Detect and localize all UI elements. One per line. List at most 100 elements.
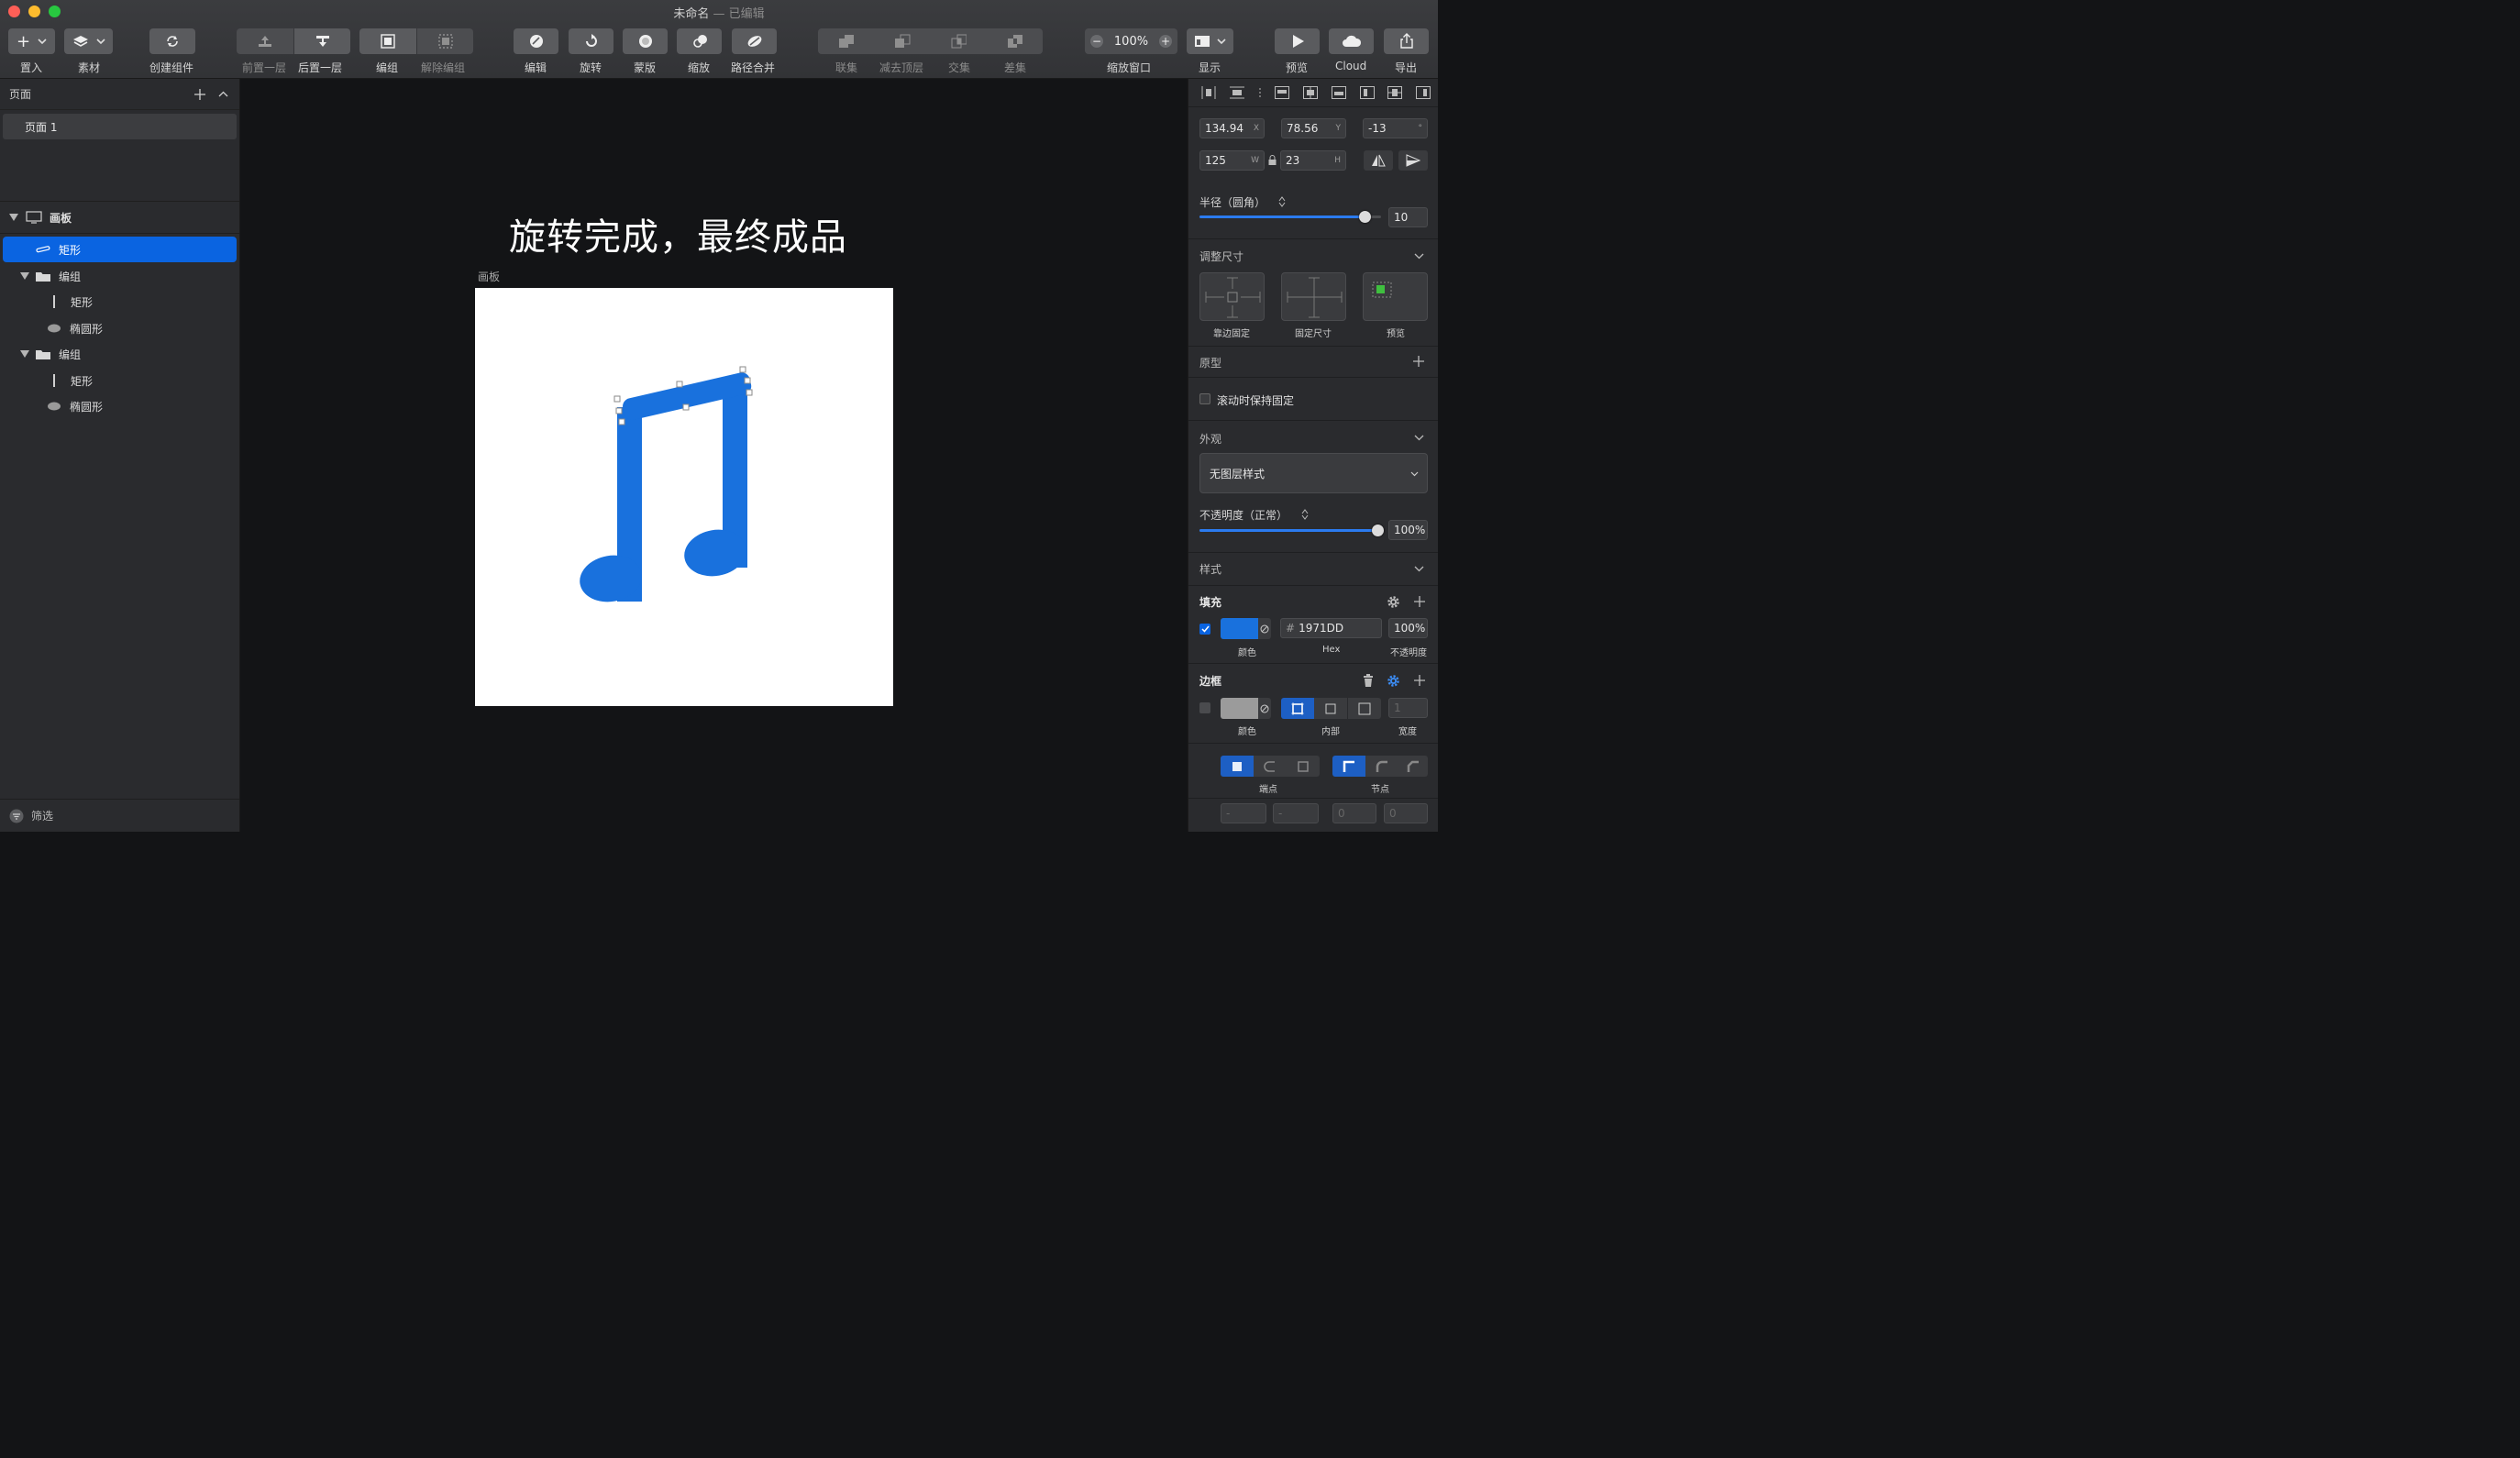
border-color-swatch[interactable] [1221,698,1258,719]
add-page-icon[interactable] [194,88,205,100]
canvas[interactable]: 旋转完成，最终成品 画板 [240,79,1188,832]
export-button[interactable] [1384,28,1429,54]
dash-zero-field[interactable]: 0 [1332,803,1376,823]
more-dots-icon[interactable] [1258,86,1262,99]
align-middle-icon[interactable] [1303,86,1318,99]
disclosure-triangle-icon[interactable] [9,214,18,221]
layer-row[interactable]: 椭圆形 [3,393,237,419]
rotation-field[interactable]: -13 ° [1363,118,1428,138]
chevron-up-icon[interactable] [218,91,228,97]
chevron-down-icon[interactable] [1414,253,1424,260]
filter-bar[interactable]: 筛选 [0,799,239,832]
rotate-button[interactable] [569,28,613,54]
square-end-button[interactable] [1287,756,1320,777]
artboard[interactable] [475,288,893,706]
preview-button[interactable] [1275,28,1320,54]
border-enabled-checkbox[interactable] [1199,702,1210,713]
union-icon[interactable] [838,34,854,49]
layer-row[interactable]: 椭圆形 [3,315,237,341]
radius-slider[interactable] [1199,211,1381,223]
width-field[interactable]: 125 W [1199,150,1265,171]
add-prototype-icon[interactable] [1413,356,1424,367]
cloud-button[interactable] [1329,28,1374,54]
insert-button[interactable]: + [8,28,55,54]
subtract-icon[interactable] [894,34,911,49]
border-width-field[interactable]: 1 [1388,698,1428,718]
scale-button[interactable] [677,28,722,54]
chevron-down-icon[interactable] [1414,566,1424,572]
chevron-down-icon[interactable] [1414,435,1424,441]
border-inside-button[interactable] [1281,698,1314,719]
align-center-icon[interactable] [1387,86,1403,99]
flatten-button[interactable] [732,28,777,54]
x-position-field[interactable]: 134.94 X [1199,118,1265,138]
round-end-button[interactable] [1254,756,1287,777]
fill-color-swatch[interactable] [1221,618,1258,639]
fix-scroll-checkbox[interactable] [1199,393,1210,404]
gear-icon[interactable] [1387,595,1400,609]
fix-size-control[interactable] [1281,272,1346,321]
border-center-button[interactable] [1314,698,1347,719]
miter-join-button[interactable] [1332,756,1365,777]
height-field[interactable]: 23 H [1280,150,1346,171]
share-export-icon [1399,33,1413,49]
stepper-arrows-icon[interactable] [1278,196,1286,207]
round-join-button[interactable] [1365,756,1398,777]
layer-row[interactable]: 矩形 [3,289,237,315]
layer-style-dropdown[interactable]: 无图层样式 [1199,453,1428,493]
border-outside-button[interactable] [1348,698,1381,719]
view-button[interactable] [1187,28,1233,54]
align-right-icon[interactable] [1416,86,1431,99]
gap-field[interactable]: - [1273,803,1319,823]
edit-button[interactable] [514,28,558,54]
fill-enabled-checkbox[interactable] [1199,624,1210,635]
create-component-button[interactable] [149,28,195,54]
disclosure-triangle-icon[interactable] [20,272,29,280]
layer-row-group[interactable]: 编组 [3,341,237,367]
opacity-slider[interactable] [1199,525,1384,536]
send-backward-button[interactable] [294,28,350,54]
gap-zero-field[interactable]: 0 [1384,803,1428,823]
page-item[interactable]: 页面 1 [3,114,237,139]
add-border-icon[interactable] [1414,675,1425,686]
bring-forward-button[interactable] [237,28,293,54]
distribute-horizontal-icon[interactable] [1201,86,1216,99]
group-button[interactable] [359,28,416,54]
add-fill-icon[interactable] [1414,596,1425,607]
artboard-layer[interactable]: 画板 [0,201,239,234]
layer-row-group[interactable]: 编组 [3,263,237,289]
bevel-join-button[interactable] [1398,756,1428,777]
dash-field[interactable]: - [1221,803,1266,823]
artboard-label[interactable]: 画板 [478,269,500,284]
y-position-field[interactable]: 78.56 Y [1281,118,1346,138]
zoom-in-button[interactable]: + [1158,35,1172,48]
butt-end-button[interactable] [1221,756,1254,777]
align-top-icon[interactable] [1275,86,1290,99]
flip-vertical-button[interactable] [1398,150,1428,171]
fill-hex-field[interactable]: #1971DD [1280,618,1382,638]
opacity-field[interactable]: 100% [1388,520,1428,540]
border-color-mode-button[interactable] [1258,698,1271,719]
difference-icon[interactable] [1007,34,1022,49]
trash-icon[interactable] [1363,674,1374,687]
layer-row[interactable]: 矩形 [3,368,237,393]
align-bottom-icon[interactable] [1331,86,1346,99]
align-left-icon[interactable] [1359,86,1375,99]
flip-horizontal-button[interactable] [1364,150,1393,171]
layer-row-selected[interactable]: 矩形 [3,237,237,262]
gear-icon[interactable] [1387,674,1400,688]
intersect-icon[interactable] [951,34,967,49]
pin-to-edge-control[interactable] [1199,272,1265,321]
disclosure-triangle-icon[interactable] [20,350,29,358]
assets-button[interactable] [64,28,113,54]
stepper-arrows-icon[interactable] [1301,509,1309,520]
ungroup-button[interactable] [417,28,473,54]
radius-field[interactable]: 10 [1388,207,1428,227]
fill-opacity-field[interactable]: 100% [1388,618,1428,638]
lock-proportions-icon[interactable] [1268,155,1277,166]
distribute-vertical-icon[interactable] [1229,86,1244,99]
zoom-out-button[interactable]: − [1090,35,1103,48]
color-mode-button[interactable] [1258,618,1271,639]
music-note-artwork[interactable] [475,288,893,706]
mask-button[interactable] [623,28,668,54]
